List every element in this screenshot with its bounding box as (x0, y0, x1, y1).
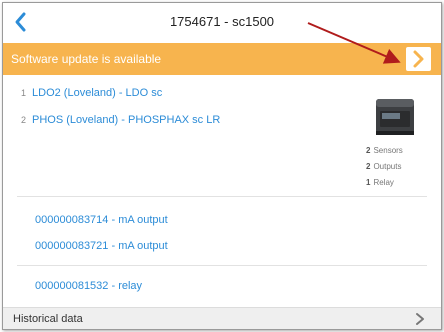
output-item[interactable]: 000000083721 - mA output (35, 240, 168, 252)
summary-label: Sensors (373, 146, 403, 155)
app-window: 1754671 - sc1500 Software update is avai… (2, 2, 442, 330)
update-banner[interactable]: Software update is available (3, 43, 441, 75)
historical-data-row[interactable]: Historical data (3, 307, 441, 329)
historical-data-label: Historical data (13, 313, 83, 325)
summary-relay: 1 Relay (366, 178, 394, 187)
summary-count: 2 (366, 162, 371, 171)
summary-sensors: 2 Sensors (366, 146, 403, 155)
chevron-right-icon (416, 313, 424, 325)
page-title: 1754671 - sc1500 (169, 14, 275, 29)
summary-label: Relay (373, 178, 394, 187)
divider (17, 265, 427, 266)
summary-label: Outputs (373, 162, 402, 171)
sensor-item-1[interactable]: 1 LDO2 (Loveland) - LDO sc (21, 87, 162, 99)
relay-item[interactable]: 000000081532 - relay (35, 280, 142, 292)
summary-outputs: 2 Outputs (366, 162, 401, 171)
sensor-link[interactable]: PHOS (Loveland) - PHOSPHAX sc LR (32, 114, 220, 126)
update-banner-text: Software update is available (11, 52, 162, 66)
output-item[interactable]: 000000083714 - mA output (35, 214, 168, 226)
sensor-item-2[interactable]: 2 PHOS (Loveland) - PHOSPHAX sc LR (21, 114, 220, 126)
sensor-link[interactable]: LDO2 (Loveland) - LDO sc (32, 87, 162, 99)
divider (17, 196, 427, 197)
update-banner-button[interactable] (406, 47, 431, 71)
summary-count: 2 (366, 146, 371, 155)
controller-device-image (376, 99, 414, 135)
chevron-right-icon (413, 50, 424, 68)
header-bar: 1754671 - sc1500 (3, 3, 441, 41)
sensor-number: 2 (21, 115, 27, 125)
sensor-number: 1 (21, 88, 27, 98)
summary-count: 1 (366, 178, 371, 187)
